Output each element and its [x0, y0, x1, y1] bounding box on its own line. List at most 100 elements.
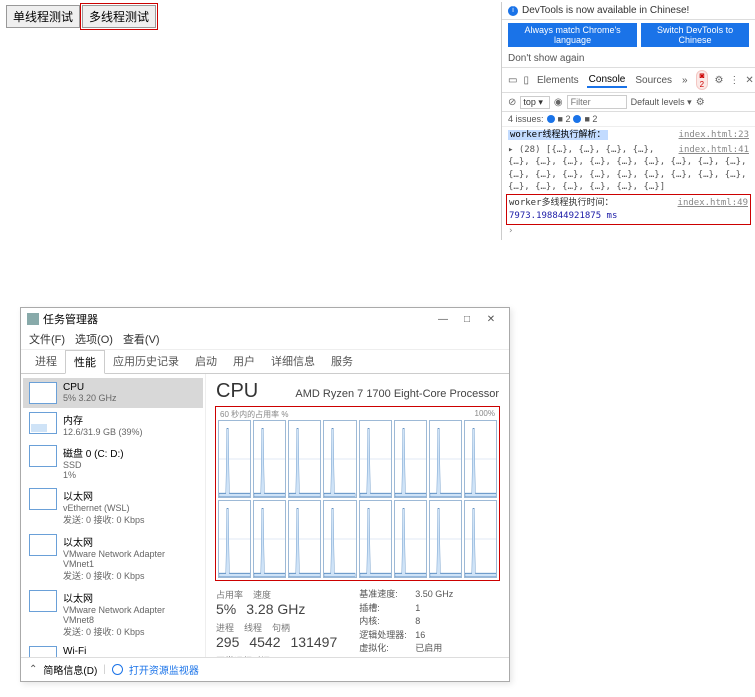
cpu-core-graph: [218, 420, 251, 498]
maximize-button[interactable]: □: [455, 311, 479, 327]
cpu-core-graph: [323, 420, 356, 498]
console-toolbar: ⊘ top ▾ ◉ Default levels ▾ ⚙: [502, 93, 755, 112]
log-line: index.html:41▸ (28) [{…}, {…}, {…}, {…},…: [508, 144, 749, 194]
sidebar-item[interactable]: 磁盘 0 (C: D:)SSD1%: [23, 441, 203, 484]
spec-row: 内核:8: [359, 615, 453, 629]
error-badge[interactable]: ◙ 2: [696, 70, 709, 90]
thread-count: 4542: [249, 634, 280, 650]
tab-processes[interactable]: 进程: [27, 350, 65, 373]
fewer-details-link[interactable]: 简略信息(D): [43, 662, 97, 677]
performance-sidebar: CPU5% 3.20 GHz 内存12.6/31.9 GB (39%) 磁盘 0…: [21, 374, 206, 657]
tab-more[interactable]: »: [680, 74, 690, 87]
cpu-core-graph: [429, 420, 462, 498]
spec-row: 虚拟化:已启用: [359, 642, 453, 656]
settings-gear-icon[interactable]: ⚙: [714, 75, 723, 86]
cpu-speed: 3.28 GHz: [246, 601, 305, 617]
cpu-core-graph: [323, 500, 356, 578]
cpu-core-graph: [394, 500, 427, 578]
tm-tabbar: 进程 性能 应用历史记录 启动 用户 详细信息 服务: [21, 350, 509, 374]
cpu-core-graph: [218, 500, 251, 578]
resource-monitor-icon: [112, 664, 123, 675]
log-levels-select[interactable]: Default levels ▾: [631, 97, 692, 108]
graph-label-left: 60 秒内的占用率 %: [220, 409, 288, 420]
tab-startup[interactable]: 启动: [187, 350, 225, 373]
devtools-panel: i DevTools is now available in Chinese! …: [501, 2, 755, 240]
cpu-heading: CPU: [216, 380, 258, 403]
menu-file[interactable]: 文件(F): [29, 331, 65, 347]
tm-footer: ⌃ 简略信息(D) | 打开资源监视器: [21, 657, 509, 681]
thumb-graph-icon: [29, 488, 57, 510]
cpu-core-graph: [464, 420, 497, 498]
dont-show-again-link[interactable]: Don't show again: [502, 50, 755, 68]
live-expression-icon[interactable]: ◉: [554, 97, 563, 108]
device-icon[interactable]: ▯: [523, 75, 529, 86]
thumb-graph-icon: [29, 382, 57, 404]
menu-bar: 文件(F) 选项(O) 查看(V): [21, 330, 509, 350]
switch-devtools-chinese-button[interactable]: Switch DevTools to Chinese: [641, 23, 749, 47]
sidebar-item[interactable]: 内存12.6/31.9 GB (39%): [23, 408, 203, 441]
cpu-core-graph: [253, 420, 286, 498]
log-source-link[interactable]: index.html:49: [678, 197, 748, 210]
tab-performance[interactable]: 性能: [65, 350, 105, 374]
cpu-spec-list: 基准速度:3.50 GHz插槽:1内核:8逻辑处理器:16虚拟化:已启用L1 缓…: [359, 588, 453, 657]
cpu-utilization: 5%: [216, 601, 236, 617]
log-source-link[interactable]: index.html:41: [679, 144, 749, 157]
tab-details[interactable]: 详细信息: [263, 350, 323, 373]
open-resource-monitor-link[interactable]: 打开资源监视器: [129, 662, 199, 677]
sidebar-item[interactable]: 以太网vEthernet (WSL)发送: 0 接收: 0 Kbps: [23, 484, 203, 530]
collapse-chevron-icon[interactable]: ⌃: [29, 664, 37, 675]
cpu-core-graph: [288, 500, 321, 578]
minimize-button[interactable]: —: [431, 311, 455, 327]
spec-row: 逻辑处理器:16: [359, 629, 453, 643]
sidebar-item[interactable]: 以太网VMware Network Adapter VMnet8发送: 0 接收…: [23, 586, 203, 642]
clear-console-icon[interactable]: ⊘: [508, 97, 516, 108]
notice-text: DevTools is now available in Chinese!: [522, 5, 689, 16]
inspect-icon[interactable]: ▭: [508, 75, 517, 86]
cpu-core-graph: [253, 500, 286, 578]
context-selector[interactable]: top ▾: [520, 96, 550, 109]
window-title: 任务管理器: [43, 311, 98, 327]
more-dots-icon[interactable]: ⋮: [729, 75, 739, 86]
always-match-language-button[interactable]: Always match Chrome's language: [508, 23, 637, 47]
test-buttons: 单线程测试 多线程测试: [6, 5, 156, 28]
devtools-language-notice: i DevTools is now available in Chinese!: [502, 2, 755, 20]
process-count: 295: [216, 634, 239, 650]
tab-users[interactable]: 用户: [225, 350, 263, 373]
spec-row: 基准速度:3.50 GHz: [359, 588, 453, 602]
cpu-core-graph: [359, 420, 392, 498]
sidebar-item[interactable]: Wi-FiWLAN发送: 0 接收: 0 Kbps: [23, 642, 203, 657]
sidebar-item[interactable]: 以太网VMware Network Adapter VMnet1发送: 0 接收…: [23, 530, 203, 586]
single-thread-test-button[interactable]: 单线程测试: [6, 5, 80, 28]
thumb-graph-icon: [29, 412, 57, 434]
tab-console[interactable]: Console: [587, 73, 628, 88]
cpu-model: AMD Ryzen 7 1700 Eight-Core Processor: [295, 388, 499, 400]
graph-label-right: 100%: [475, 409, 495, 420]
log-source-link[interactable]: index.html:23: [679, 129, 749, 142]
console-prompt[interactable]: ›: [508, 225, 749, 238]
issue-dot-icon: [547, 115, 555, 123]
console-filter-input[interactable]: [567, 95, 627, 109]
spec-row: 插槽:1: [359, 602, 453, 616]
cpu-detail-pane: CPU AMD Ryzen 7 1700 Eight-Core Processo…: [206, 374, 509, 657]
tab-services[interactable]: 服务: [323, 350, 361, 373]
console-settings-icon[interactable]: ⚙: [696, 97, 705, 108]
thumb-graph-icon: [29, 590, 57, 612]
multi-thread-test-button[interactable]: 多线程测试: [82, 5, 156, 28]
tab-app-history[interactable]: 应用历史记录: [105, 350, 187, 373]
tab-sources[interactable]: Sources: [633, 74, 674, 87]
tab-elements[interactable]: Elements: [535, 74, 581, 87]
sidebar-item[interactable]: CPU5% 3.20 GHz: [23, 378, 203, 408]
window-titlebar[interactable]: 任务管理器 — □ ✕: [21, 308, 509, 330]
thumb-graph-icon: [29, 445, 57, 467]
issues-row[interactable]: 4 issues: ■ 2 ■ 2: [502, 112, 755, 127]
log-line: index.html:23worker线程执行解析：: [508, 129, 749, 142]
menu-options[interactable]: 选项(O): [75, 331, 113, 347]
close-button[interactable]: ✕: [479, 311, 503, 327]
issue-dot-icon: [573, 115, 581, 123]
cpu-core-graph: [288, 420, 321, 498]
close-devtools-icon[interactable]: ✕: [745, 75, 753, 86]
app-icon: [27, 313, 39, 325]
handle-count: 131497: [291, 634, 338, 650]
cpu-core-graph: [429, 500, 462, 578]
menu-view[interactable]: 查看(V): [123, 331, 160, 347]
